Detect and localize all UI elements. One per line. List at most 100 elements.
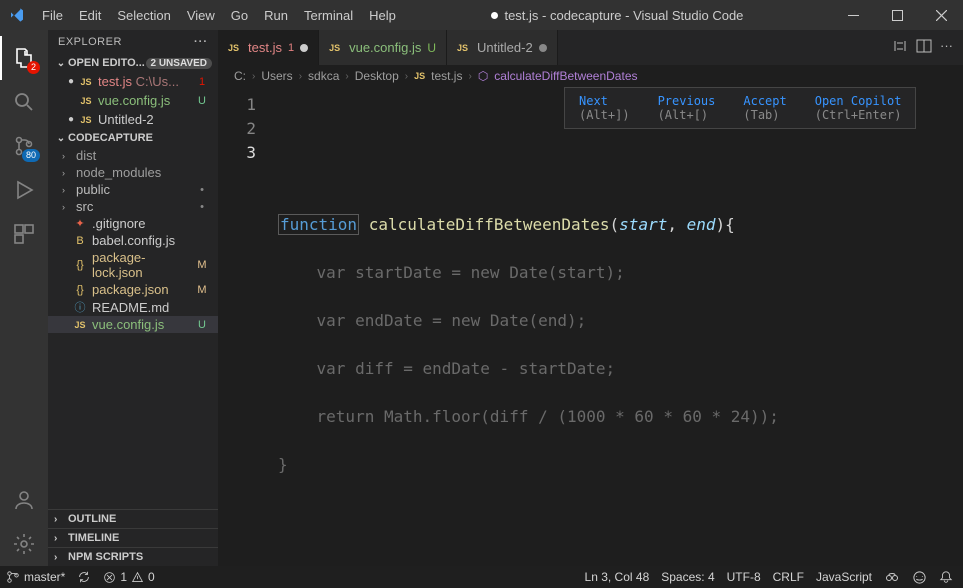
chevron-down-icon: ⌄ [54, 58, 68, 69]
window-controls [831, 0, 963, 30]
open-editors-label: OPEN EDITO... [68, 57, 145, 69]
chevron-right-icon: › [54, 552, 68, 563]
code-content[interactable]: function calculateDiffBetweenDates(start… [278, 87, 949, 566]
maximize-button[interactable] [875, 0, 919, 30]
status-sync[interactable] [71, 570, 97, 584]
menu-terminal[interactable]: Terminal [296, 4, 361, 27]
editor-tab[interactable]: JS test.js 1 [218, 30, 319, 65]
chevron-right-icon: › [54, 514, 68, 525]
dirty-dot-icon: ● [64, 114, 78, 125]
tab-actions: ··· [892, 38, 963, 57]
file-item[interactable]: ✦.gitignore [48, 215, 218, 232]
more-icon[interactable]: ··· [940, 38, 953, 57]
file-item[interactable]: JSvue.config.jsU [48, 316, 218, 333]
chevron-right-icon: › [62, 168, 72, 178]
activity-extensions[interactable] [0, 212, 48, 256]
file-tree: ›dist ›node_modules ›public• ›src• ✦.git… [48, 147, 218, 333]
dirty-dot-icon [300, 44, 308, 52]
title-bar: File Edit Selection View Go Run Terminal… [0, 0, 963, 30]
activity-source-control[interactable]: 80 [0, 124, 48, 168]
activity-explorer[interactable]: 2 [0, 36, 48, 80]
breadcrumb[interactable]: C:› Users› sdkca› Desktop› JStest.js› ⬡c… [218, 65, 963, 87]
file-item[interactable]: {}package-lock.jsonM [48, 249, 218, 281]
split-editor-icon[interactable] [916, 38, 932, 57]
menu-run[interactable]: Run [256, 4, 296, 27]
status-eol[interactable]: CRLF [767, 569, 810, 585]
editor-body[interactable]: Next(Alt+]) Previous(Alt+[) Accept(Tab) … [218, 87, 963, 566]
menu-selection[interactable]: Selection [109, 4, 178, 27]
status-indicator: 1 [196, 76, 208, 88]
status-bell-icon[interactable] [933, 569, 959, 585]
js-file-icon: JS [78, 77, 94, 87]
app-logo [0, 7, 34, 23]
suggest-previous[interactable]: Previous(Alt+[) [644, 88, 730, 128]
file-item[interactable]: ⓘREADME.md [48, 298, 218, 316]
menu-help[interactable]: Help [361, 4, 404, 27]
workspace-name: CODECAPTURE [68, 132, 153, 144]
status-copilot-icon[interactable] [878, 569, 906, 585]
js-file-icon: JS [228, 43, 242, 53]
activity-bar: 2 80 [0, 30, 48, 566]
main-menu: File Edit Selection View Go Run Terminal… [34, 4, 404, 27]
chevron-right-icon: › [62, 202, 72, 212]
chevron-right-icon: › [62, 151, 72, 161]
file-item[interactable]: {}package.jsonM [48, 281, 218, 298]
suggest-accept[interactable]: Accept(Tab) [729, 88, 800, 128]
status-encoding[interactable]: UTF-8 [721, 569, 767, 585]
open-editor-item[interactable]: ● JS test.js C:\Us... 1 [48, 72, 218, 91]
activity-search[interactable] [0, 80, 48, 124]
js-file-icon: JS [329, 43, 343, 53]
menu-edit[interactable]: Edit [71, 4, 109, 27]
explorer-badge: 2 [27, 61, 40, 74]
suggest-open-copilot[interactable]: Open Copilot(Ctrl+Enter) [801, 88, 916, 128]
gitignore-icon: ✦ [72, 217, 88, 230]
json-icon: {} [72, 284, 88, 296]
outline-section[interactable]: ›OUTLINE [48, 509, 218, 528]
activity-account[interactable] [0, 478, 48, 522]
explorer-title: EXPLORER [58, 36, 122, 48]
file-item[interactable]: Bbabel.config.js [48, 232, 218, 249]
compare-changes-icon[interactable] [892, 38, 908, 57]
folder-item[interactable]: ›src• [48, 198, 218, 215]
editor-tab[interactable]: JS Untitled-2 [447, 30, 558, 65]
explorer-header: EXPLORER ··· [48, 30, 218, 54]
menu-file[interactable]: File [34, 4, 71, 27]
menu-go[interactable]: Go [223, 4, 256, 27]
open-editors-list: ● JS test.js C:\Us... 1 JS vue.config.js… [48, 72, 218, 129]
suggest-next[interactable]: Next(Alt+]) [565, 88, 644, 128]
js-file-icon: JS [414, 71, 425, 81]
menu-view[interactable]: View [179, 4, 223, 27]
editor-area: JS test.js 1 JS vue.config.js U JS Untit… [218, 30, 963, 566]
explorer-more-icon[interactable]: ··· [194, 36, 208, 48]
status-cursor[interactable]: Ln 3, Col 48 [579, 569, 656, 585]
folder-item[interactable]: ›dist [48, 147, 218, 164]
timeline-section[interactable]: ›TIMELINE [48, 528, 218, 547]
window-title: test.js - codecapture - Visual Studio Co… [404, 8, 831, 23]
folder-item[interactable]: ›public• [48, 181, 218, 198]
open-editor-item[interactable]: JS vue.config.js U [48, 91, 218, 110]
copilot-suggest-bar: Next(Alt+]) Previous(Alt+[) Accept(Tab) … [564, 87, 916, 129]
status-problems[interactable]: 1 0 [97, 570, 160, 584]
open-editors-header[interactable]: ⌄ OPEN EDITO... 2 UNSAVED [48, 54, 218, 72]
method-icon: ⬡ [478, 69, 488, 83]
activity-settings[interactable] [0, 522, 48, 566]
editor-tab[interactable]: JS vue.config.js U [319, 30, 447, 65]
window-title-text: test.js - codecapture - Visual Studio Co… [504, 8, 743, 23]
chevron-right-icon: › [62, 185, 72, 195]
open-editor-item[interactable]: ● JS Untitled-2 [48, 110, 218, 129]
npm-scripts-section[interactable]: ›NPM SCRIPTS [48, 547, 218, 566]
status-branch[interactable]: master* [0, 570, 71, 584]
status-feedback-icon[interactable] [906, 569, 933, 585]
close-button[interactable] [919, 0, 963, 30]
js-file-icon: JS [78, 115, 94, 125]
folder-item[interactable]: ›node_modules [48, 164, 218, 181]
workspace-header[interactable]: ⌄ CODECAPTURE [48, 129, 218, 147]
minimize-button[interactable] [831, 0, 875, 30]
status-language[interactable]: JavaScript [810, 569, 878, 585]
unsaved-badge: 2 UNSAVED [146, 58, 213, 69]
explorer-sidebar: EXPLORER ··· ⌄ OPEN EDITO... 2 UNSAVED ●… [48, 30, 218, 566]
js-file-icon: JS [457, 43, 471, 53]
status-spaces[interactable]: Spaces: 4 [655, 569, 720, 585]
activity-run-debug[interactable] [0, 168, 48, 212]
scrollbar[interactable] [949, 87, 963, 566]
